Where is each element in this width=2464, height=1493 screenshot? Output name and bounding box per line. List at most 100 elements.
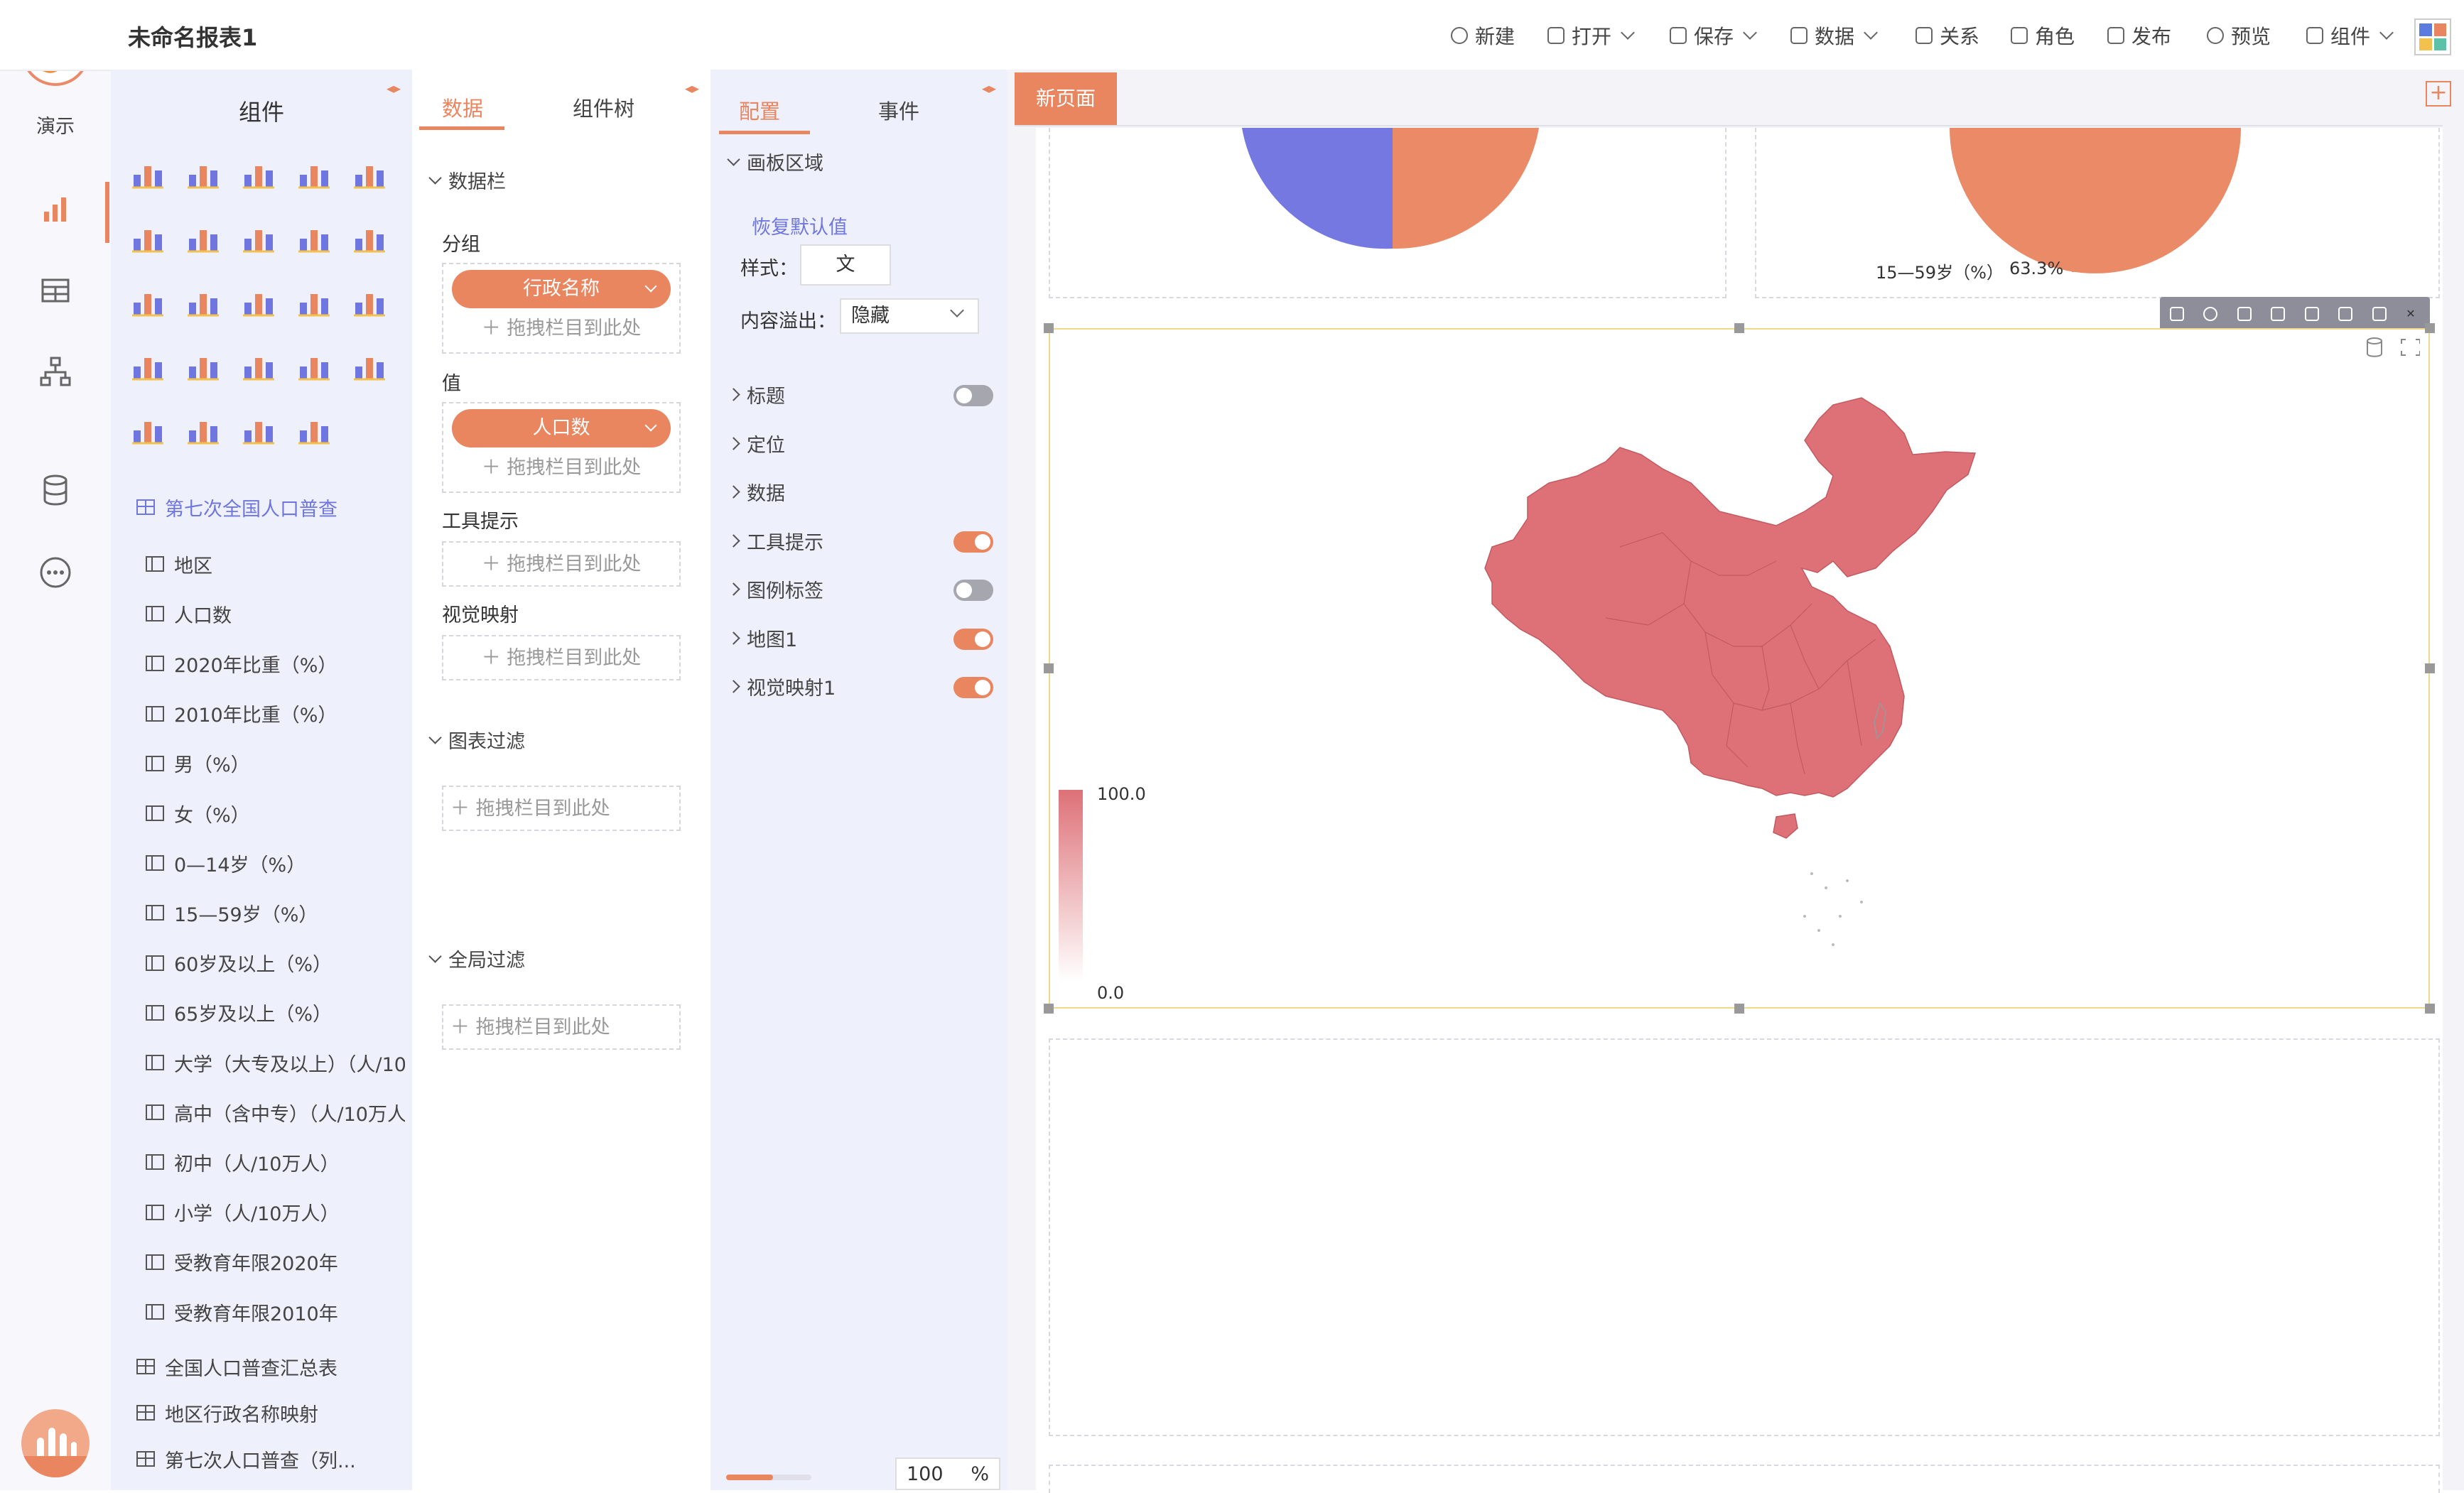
toolbar-play-circle-button[interactable]: 预览 — [2207, 21, 2271, 50]
user-avatar[interactable] — [21, 1409, 90, 1477]
group-field-pill[interactable]: 行政名称 — [452, 270, 671, 308]
field-item[interactable]: 高中（含中专）（人/10万人） — [146, 1098, 405, 1126]
pie-slice-blue[interactable] — [1242, 128, 1393, 249]
toolbar-bar-chart-button[interactable]: 组件 — [2306, 21, 2394, 50]
field-item[interactable]: 2010年比重（%） — [146, 700, 405, 728]
dataset-icon[interactable] — [2367, 337, 2382, 357]
format-brush-icon[interactable] — [2372, 307, 2387, 321]
config-section-2[interactable]: 数据 — [727, 478, 785, 506]
radar-icon[interactable] — [186, 284, 220, 318]
scatter-icon[interactable] — [131, 220, 165, 254]
report-title[interactable]: 未命名报表1 — [128, 20, 257, 53]
pie-chart-icon[interactable] — [352, 156, 387, 190]
dataset-node[interactable]: 第七次全国人口普查 — [136, 493, 406, 521]
fullscreen-icon[interactable] — [2401, 339, 2420, 356]
value-field-pill[interactable]: 人口数 — [452, 409, 671, 447]
pie-chart-widget[interactable] — [1755, 128, 2440, 298]
data-section-header[interactable]: 数据栏 — [428, 166, 506, 194]
config-section-4[interactable]: 图例标签 — [727, 575, 823, 603]
toolbar-publish-button[interactable]: 发布 — [2107, 21, 2171, 50]
resize-handle[interactable] — [2425, 323, 2435, 333]
chart-filter-header[interactable]: 图表过滤 — [428, 726, 525, 754]
hainan-island[interactable] — [1773, 813, 1798, 839]
value-drop-zone[interactable]: 人口数 ＋ 拖拽栏目到此处 — [442, 402, 681, 493]
china-map[interactable] — [1478, 391, 2004, 952]
copy-icon[interactable] — [2304, 307, 2319, 321]
add-page-button[interactable]: + — [2426, 81, 2451, 107]
restore-default-link[interactable]: 恢复默认值 — [752, 212, 848, 239]
download-icon[interactable] — [2237, 307, 2252, 321]
brush-icon[interactable] — [352, 348, 387, 382]
config-section-toggle[interactable] — [953, 628, 993, 650]
config-section-1[interactable]: 定位 — [727, 430, 785, 457]
horizontal-bar-icon[interactable] — [297, 156, 331, 190]
table-icon[interactable] — [242, 284, 276, 318]
resize-handle[interactable] — [1044, 663, 1054, 673]
field-item[interactable]: 人口数 — [146, 599, 405, 628]
group-drop-zone[interactable]: 行政名称 ＋ 拖拽栏目到此处 — [442, 263, 681, 354]
bring-top-icon[interactable] — [2271, 307, 2286, 321]
config-section-3[interactable]: 工具提示 — [727, 527, 823, 555]
treemap-icon[interactable] — [297, 220, 331, 254]
grid-layout-icon[interactable] — [186, 412, 220, 446]
collapse-arrows-icon[interactable]: ◂▸ — [685, 80, 699, 97]
field-item[interactable]: 男（%） — [146, 749, 405, 778]
tab-config[interactable]: 配置 — [739, 95, 780, 125]
tooltip-drop-zone[interactable]: ＋ 拖拽栏目到此处 — [442, 541, 681, 587]
config-section-toggle[interactable] — [953, 531, 993, 553]
overflow-select[interactable]: 隐藏 — [840, 298, 979, 334]
field-item[interactable]: 受教育年限2010年 — [146, 1298, 405, 1326]
cut-icon[interactable] — [2338, 307, 2353, 321]
toolbar-user-button[interactable]: 角色 — [2011, 21, 2075, 50]
visual-map-drop-zone[interactable]: ＋ 拖拽栏目到此处 — [442, 635, 681, 680]
china-map-icon[interactable] — [297, 284, 331, 318]
column-layout-icon[interactable] — [297, 412, 331, 446]
pie-slice-orange[interactable] — [1393, 128, 1539, 249]
toolbar-save-button[interactable]: 保存 — [1670, 21, 1757, 50]
field-item[interactable]: 受教育年限2020年 — [146, 1248, 405, 1276]
field-item[interactable]: 2020年比重（%） — [146, 649, 405, 678]
field-item[interactable]: 地区 — [146, 550, 405, 578]
china-map-bubble-icon[interactable] — [186, 348, 220, 382]
resize-handle[interactable] — [1044, 323, 1054, 333]
field-item[interactable]: 小学（人/10万人） — [146, 1198, 405, 1227]
pie-chart-widget[interactable] — [1049, 128, 1727, 298]
tab-data[interactable]: 数据 — [442, 92, 483, 122]
config-section-toggle[interactable] — [953, 677, 993, 698]
config-section-6[interactable]: 视觉映射1 — [727, 673, 836, 700]
theme-switch-icon[interactable] — [2414, 18, 2451, 55]
resize-handle[interactable] — [1044, 1004, 1054, 1014]
china-map-heat-icon[interactable] — [131, 348, 165, 382]
resize-handle[interactable] — [1734, 323, 1744, 333]
resize-handle[interactable] — [2425, 1004, 2435, 1014]
empty-widget[interactable] — [1049, 1038, 2440, 1436]
database-icon[interactable] — [38, 473, 72, 507]
visual-map-gradient[interactable] — [1059, 790, 1083, 982]
tab-component-tree[interactable]: 组件树 — [573, 92, 634, 122]
field-item[interactable]: 60岁及以上（%） — [146, 949, 405, 977]
more-icon[interactable] — [38, 555, 72, 590]
card-layout-icon[interactable] — [242, 412, 276, 446]
table-node[interactable]: 地区行政名称映射 — [136, 1399, 406, 1427]
toolbar-relation-button[interactable]: 关系 — [1915, 21, 1979, 50]
zoom-input[interactable]: 100% — [895, 1457, 1000, 1490]
text-icon[interactable] — [297, 348, 331, 382]
toolbar-plus-circle-button[interactable]: 新建 — [1451, 21, 1515, 50]
zoom-slider-track[interactable] — [726, 1475, 811, 1480]
lock-icon[interactable] — [2169, 307, 2184, 321]
style-input[interactable]: 文 — [800, 244, 891, 286]
line-chart-icon[interactable] — [131, 156, 165, 190]
canvas-area-header[interactable]: 画板区域 — [727, 148, 823, 175]
table-node[interactable]: 全国人口普查汇总表 — [136, 1352, 406, 1381]
china-mainland-shape[interactable] — [1484, 397, 1977, 798]
global-filter-header[interactable]: 全局过滤 — [428, 945, 525, 972]
table-node[interactable]: 第七次人口普查（列... — [136, 1445, 406, 1473]
area-chart-icon[interactable] — [186, 156, 220, 190]
toolbar-folder-open-button[interactable]: 打开 — [1547, 21, 1635, 50]
empty-widget[interactable] — [1049, 1465, 2440, 1493]
table-view-icon[interactable] — [38, 274, 72, 308]
resize-handle[interactable] — [1734, 1004, 1744, 1014]
config-section-toggle[interactable] — [953, 385, 993, 406]
page-tab-new[interactable]: 新页面 — [1015, 72, 1117, 125]
close-icon[interactable]: ✕ — [2406, 307, 2420, 321]
